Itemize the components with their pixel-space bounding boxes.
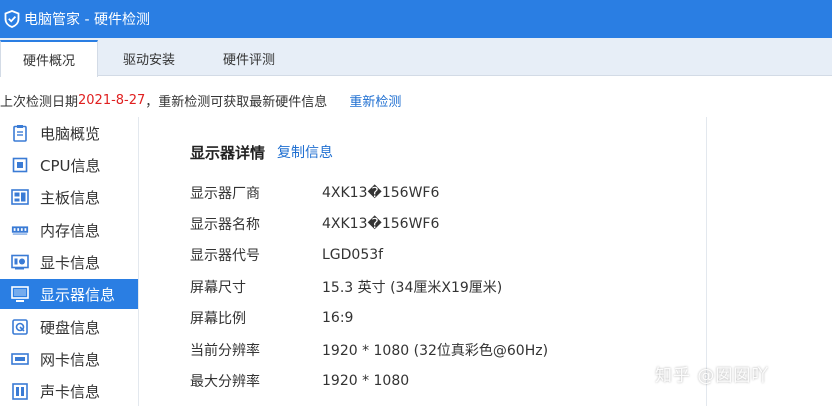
- detail-row-current-resolution: 当前分辨率 1920 * 1080 (32位真彩色@60Hz): [190, 339, 548, 361]
- detail-key: 当前分辨率: [190, 343, 260, 359]
- sidebar-item-label: 网卡信息: [40, 350, 101, 369]
- copy-info-link[interactable]: 复制信息: [277, 142, 333, 162]
- sidebar-item-label: 声卡信息: [40, 382, 101, 401]
- detail-key: 显示器代号: [190, 248, 260, 264]
- shield-icon: [3, 10, 21, 28]
- window-title: 电脑管家 - 硬件检测: [24, 12, 150, 28]
- sidebar-item-memory[interactable]: 内存信息: [0, 215, 138, 245]
- monitor-icon: [11, 285, 29, 303]
- sidebar-item-label: 主板信息: [40, 188, 101, 207]
- tab-bar: 硬件概况 驱动安装 硬件评测: [0, 38, 832, 77]
- sidebar-item-hard-disk[interactable]: 硬盘信息: [0, 312, 138, 342]
- detail-value: 15.3 英寸 (34厘米X19厘米): [322, 280, 503, 296]
- section-title: 显示器详情: [190, 143, 266, 162]
- detail-row-manufacturer: 显示器厂商 4XK13�156WF6: [190, 182, 439, 204]
- detail-row-name: 显示器名称 4XK13�156WF6: [190, 213, 439, 235]
- graphics-card-icon: [11, 253, 29, 271]
- sidebar-item-motherboard[interactable]: 主板信息: [0, 182, 138, 212]
- sound-card-icon: [11, 382, 29, 400]
- memory-icon: [11, 221, 29, 239]
- sidebar-item-label: CPU信息: [40, 156, 101, 175]
- monitor-details-panel: 显示器详情 复制信息 显示器厂商 4XK13�156WF6 显示器名称 4XK1…: [139, 117, 706, 406]
- cpu-icon: [11, 156, 29, 174]
- detail-value: 1920 * 1080 (32位真彩色@60Hz): [322, 343, 549, 359]
- last-check-prefix: 上次检测日期: [0, 94, 79, 110]
- sidebar-item-cpu[interactable]: CPU信息: [0, 150, 138, 180]
- detail-value: 4XK13�156WF6: [322, 185, 440, 201]
- detail-key: 屏幕尺寸: [190, 280, 246, 296]
- clipboard-icon: [11, 124, 29, 142]
- section-header: 显示器详情 复制信息: [190, 141, 333, 163]
- sidebar-item-label: 显示器信息: [40, 285, 116, 304]
- detail-row-size: 屏幕尺寸 15.3 英寸 (34厘米X19厘米): [190, 276, 502, 298]
- detail-key: 最大分辨率: [190, 374, 260, 390]
- sidebar-item-label: 硬盘信息: [40, 318, 101, 337]
- tab-hardware-benchmark[interactable]: 硬件评测: [200, 40, 298, 76]
- sidebar-item-network-card[interactable]: 网卡信息: [0, 344, 138, 374]
- detail-value: LGD053f: [322, 247, 384, 263]
- last-check-info: 上次检测日期 2021-8-27 ，重新检测可获取最新硬件信息 重新检测: [0, 86, 401, 114]
- last-check-date: 2021-8-27: [78, 92, 146, 108]
- detail-key: 显示器名称: [190, 217, 260, 233]
- tab-driver-install[interactable]: 驱动安装: [98, 40, 200, 76]
- watermark: 知乎 @囡囡吖: [655, 366, 770, 386]
- sidebar-item-monitor[interactable]: 显示器信息: [0, 279, 138, 309]
- sidebar-item-label: 内存信息: [40, 221, 101, 240]
- detail-row-aspect-ratio: 屏幕比例 16:9: [190, 307, 353, 329]
- detail-key: 显示器厂商: [190, 186, 260, 202]
- app-window: 电脑管家 - 硬件检测 硬件概况 驱动安装 硬件评测 上次检测日期 2021-8…: [0, 0, 832, 406]
- detail-row-code: 显示器代号 LGD053f: [190, 244, 383, 266]
- sidebar-item-overview[interactable]: 电脑概览: [0, 118, 138, 148]
- detail-value: 1920 * 1080: [322, 373, 410, 389]
- last-check-suffix: ，重新检测可获取最新硬件信息: [145, 94, 328, 110]
- sidebar: 电脑概览 CPU信息 主板信息 内存信息 显卡信息 显示器信息 硬盘信息 网卡信…: [0, 117, 138, 406]
- hard-disk-icon: [11, 318, 29, 336]
- motherboard-icon: [11, 188, 29, 206]
- sidebar-item-sound-card[interactable]: 声卡信息: [0, 376, 138, 406]
- detail-value: 4XK13�156WF6: [322, 216, 440, 232]
- title-bar: 电脑管家 - 硬件检测: [0, 0, 832, 38]
- tab-hardware-overview[interactable]: 硬件概况: [0, 40, 98, 77]
- recheck-link[interactable]: 重新检测: [349, 91, 401, 110]
- sidebar-item-graphics[interactable]: 显卡信息: [0, 247, 138, 277]
- sidebar-item-label: 显卡信息: [40, 253, 101, 272]
- sidebar-item-label: 电脑概览: [40, 124, 101, 143]
- detail-row-max-resolution: 最大分辨率 1920 * 1080: [190, 370, 409, 392]
- network-card-icon: [11, 350, 29, 368]
- detail-key: 屏幕比例: [190, 311, 246, 327]
- detail-value: 16:9: [322, 310, 354, 326]
